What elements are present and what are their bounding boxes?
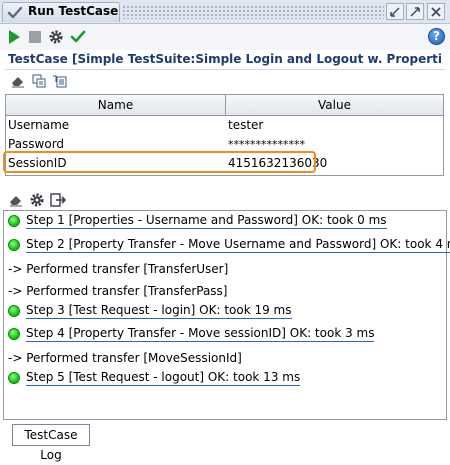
check-icon <box>7 6 23 20</box>
column-header-name[interactable]: Name <box>6 95 226 116</box>
property-name-cell[interactable]: Username <box>8 116 69 135</box>
log-info: -> Performed transfer [TransferPass] <box>8 284 228 298</box>
divider <box>5 69 445 70</box>
log-step-link[interactable]: Step 2 [Property Transfer - Move Usernam… <box>26 237 450 253</box>
title-bar-grip[interactable] <box>122 5 384 19</box>
export-icon[interactable] <box>50 192 66 208</box>
log-step-link[interactable]: Step 3 [Test Request - login] OK: took 1… <box>26 303 292 319</box>
restore-icon[interactable] <box>406 3 424 20</box>
gear-icon[interactable] <box>48 29 64 45</box>
close-icon[interactable] <box>427 3 445 20</box>
eraser-icon[interactable] <box>8 192 24 208</box>
tab-testcase-log[interactable]: TestCase Log <box>12 424 90 462</box>
stop-icon[interactable] <box>27 29 43 45</box>
help-icon[interactable]: ? <box>428 28 445 45</box>
status-ok-icon <box>8 215 20 227</box>
log-step[interactable]: Step 5 [Test Request - logout] OK: took … <box>8 369 301 387</box>
status-ok-icon <box>8 328 20 340</box>
copy-properties-icon[interactable] <box>31 73 47 89</box>
gear-icon[interactable] <box>29 192 45 208</box>
column-header-value[interactable]: Value <box>226 95 443 116</box>
window-title: Run TestCase <box>28 4 119 18</box>
load-properties-icon[interactable] <box>52 73 68 89</box>
log-step-link[interactable]: Step 4 [Property Transfer - Move session… <box>26 326 375 342</box>
property-value-cell[interactable]: tester <box>228 116 263 135</box>
run-icon[interactable] <box>6 29 22 45</box>
log-step-link[interactable]: Step 1 [Properties - Username and Passwo… <box>26 213 387 229</box>
status-ok-icon <box>8 239 20 251</box>
log-step[interactable]: Step 2 [Property Transfer - Move Usernam… <box>8 236 450 254</box>
log-step[interactable]: Step 3 [Test Request - login] OK: took 1… <box>8 302 292 320</box>
testcase-header: TestCase [Simple TestSuite:Simple Login … <box>8 52 442 66</box>
log-step[interactable]: Step 4 [Property Transfer - Move session… <box>8 325 375 343</box>
status-ok-icon <box>8 305 20 317</box>
checkmark-icon[interactable] <box>70 29 86 45</box>
eraser-icon[interactable] <box>10 73 26 89</box>
log-step[interactable]: Step 1 [Properties - Username and Passwo… <box>8 212 387 230</box>
minimize-icon[interactable] <box>386 3 404 20</box>
log-step-link[interactable]: Step 5 [Test Request - logout] OK: took … <box>26 370 301 386</box>
log-info: -> Performed transfer [MoveSessionId] <box>8 351 242 365</box>
status-ok-icon <box>8 372 20 384</box>
toolbar <box>0 24 450 50</box>
sessionid-highlight <box>3 151 316 173</box>
log-info: -> Performed transfer [TransferUser] <box>8 262 229 276</box>
